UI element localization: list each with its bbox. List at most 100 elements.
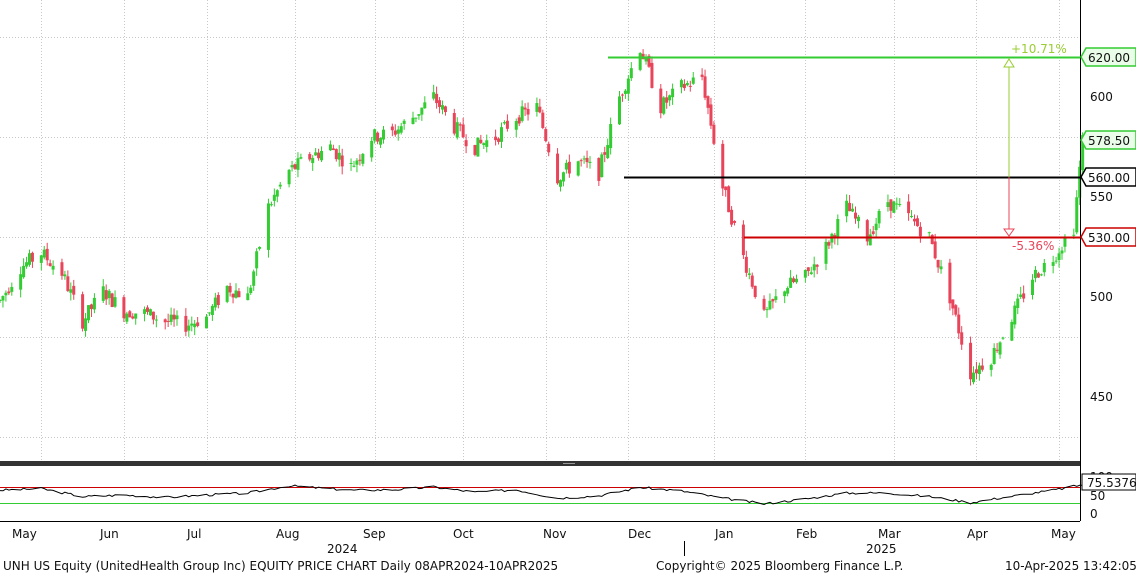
candle-body xyxy=(809,272,813,275)
candle-body xyxy=(455,122,459,138)
candle-body xyxy=(951,299,955,309)
annotation-up: +10.71% xyxy=(1011,42,1067,56)
candle-body xyxy=(600,154,604,178)
candle-body xyxy=(685,83,689,86)
candle-body xyxy=(435,93,439,104)
candle-body xyxy=(733,221,737,223)
candle-body xyxy=(66,276,70,291)
copyright: Copyright© 2025 Bloomberg Finance L.P. xyxy=(656,559,904,573)
candle-body xyxy=(1042,262,1046,273)
price-chart: +10.71% -5.36% 450 500 550 600 620.00578… xyxy=(0,0,1136,556)
candle-body xyxy=(747,273,751,275)
candle-body xyxy=(414,117,418,119)
candle-body xyxy=(626,78,630,94)
candle-body xyxy=(48,263,52,266)
candle-body xyxy=(358,159,362,161)
candle-body xyxy=(629,68,633,79)
candle-body xyxy=(762,298,766,310)
x-month-label: Oct xyxy=(453,527,474,541)
candle-body xyxy=(1039,274,1043,276)
candle-body xyxy=(892,201,896,213)
candle-body xyxy=(272,194,276,201)
candle-body xyxy=(936,259,940,268)
candle-body xyxy=(517,117,521,124)
candle-body xyxy=(918,226,922,237)
candle-body xyxy=(84,318,88,331)
candle-body xyxy=(662,97,666,114)
candle-body xyxy=(213,297,217,308)
candle-body xyxy=(196,322,200,326)
rsi-panel xyxy=(0,466,1083,521)
candle-body xyxy=(101,286,105,301)
candle-body xyxy=(1,296,5,301)
candle-body xyxy=(665,97,669,103)
candle-body xyxy=(320,150,324,161)
candle-body xyxy=(603,152,607,155)
candle-body xyxy=(128,311,132,318)
candle-body xyxy=(258,246,262,249)
candle-body xyxy=(874,223,878,231)
candle-body xyxy=(299,157,303,159)
candle-body xyxy=(679,80,683,88)
x-axis: May Jun Jul Aug Sep Oct Nov Dec Jan Feb … xyxy=(0,521,1080,556)
candle-body xyxy=(871,231,875,234)
rsi-y-axis: 0 50 100 75.5376 xyxy=(1081,470,1136,521)
x-year-label: 2025 xyxy=(866,542,897,556)
candle-body xyxy=(1072,234,1076,236)
candle-body xyxy=(205,316,208,329)
candle-body xyxy=(19,274,23,290)
candle-body xyxy=(51,265,55,270)
price-tag-label: 578.50 xyxy=(1088,134,1130,148)
x-month-label: Aug xyxy=(276,527,299,541)
candle-body xyxy=(331,148,335,151)
candle-body xyxy=(1001,337,1005,339)
candle-body xyxy=(207,312,211,314)
candle-body xyxy=(541,112,545,128)
candle-body xyxy=(231,293,235,298)
candle-body xyxy=(1060,250,1064,254)
candle-body xyxy=(275,190,279,197)
candle-body xyxy=(792,278,796,283)
candle-body xyxy=(308,154,312,160)
candle-body xyxy=(889,199,893,211)
candle-body xyxy=(69,289,73,293)
candle-body xyxy=(535,103,539,112)
candle-body xyxy=(505,120,509,129)
candle-body xyxy=(420,107,424,115)
price-tag-label: 530.00 xyxy=(1088,231,1130,245)
rsi-plot-area xyxy=(0,466,1080,521)
candle-body xyxy=(134,313,138,319)
candle-body xyxy=(172,314,176,320)
candle-body xyxy=(494,136,498,141)
x-month-label: Apr xyxy=(967,527,988,541)
candle-body xyxy=(650,62,654,88)
candle-body xyxy=(854,212,857,219)
candle-body xyxy=(567,161,571,174)
candle-body xyxy=(691,77,695,84)
candle-body xyxy=(131,316,135,319)
candle-body xyxy=(851,208,855,212)
candle-body xyxy=(148,309,152,316)
candle-body xyxy=(960,332,964,345)
candle-body xyxy=(547,143,551,153)
candle-body xyxy=(815,264,819,267)
candle-body xyxy=(620,94,624,96)
candle-body xyxy=(169,314,173,322)
candle-body xyxy=(597,158,601,181)
candle-body xyxy=(151,311,155,320)
price-tag: 530.00 xyxy=(1080,227,1136,247)
candle-body xyxy=(497,138,501,142)
y-tick-label: 600 xyxy=(1090,90,1113,104)
candle-body xyxy=(523,107,527,110)
rsi-tick-label: 0 xyxy=(1090,507,1098,521)
candle-body xyxy=(1013,305,1017,325)
candle-body xyxy=(411,117,415,124)
candle-body xyxy=(1016,298,1020,308)
candle-body xyxy=(623,90,627,94)
candle-body xyxy=(544,129,548,141)
candle-body xyxy=(30,252,34,262)
candle-body xyxy=(278,184,282,187)
price-tags: 620.00 578.50 560.00 530.00 xyxy=(1080,47,1136,247)
candle-body xyxy=(1054,260,1058,262)
candle-body xyxy=(296,158,300,170)
